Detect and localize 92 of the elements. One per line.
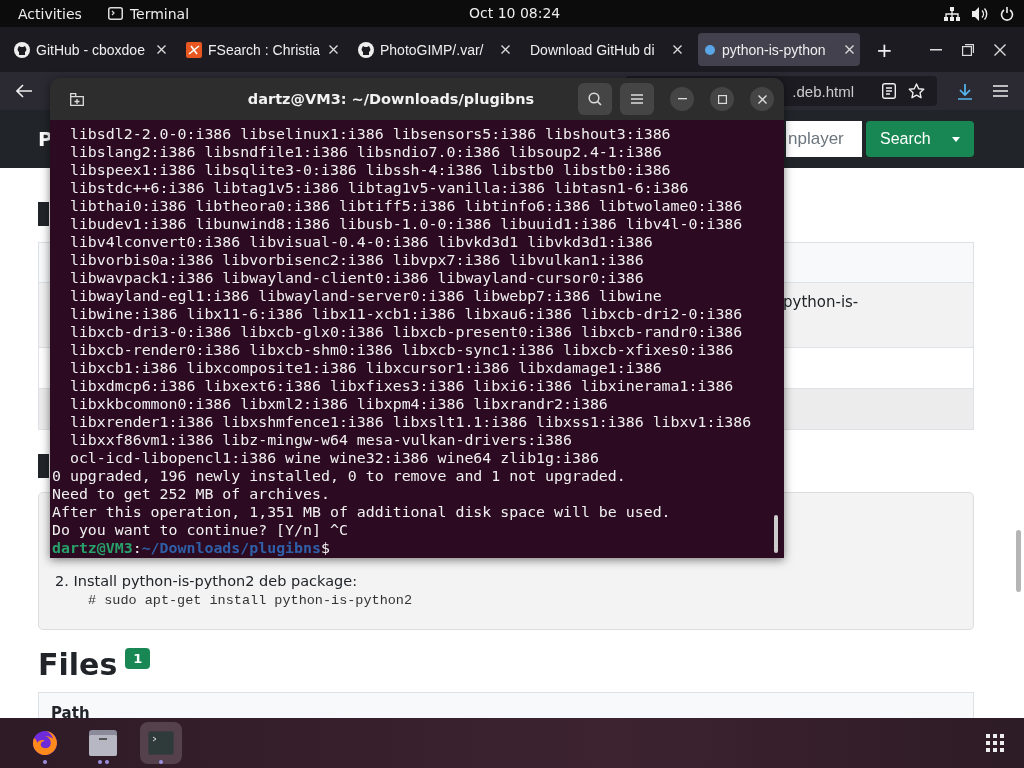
tab-title: PhotoGIMP/.var/ [380, 41, 485, 58]
terminal-line: libwayland-egl1:i386 libwayland-server0:i386 libwebp7:i386 libwine [68, 287, 663, 305]
browser-tab[interactable]: GitHub - cboxdoe [8, 33, 172, 66]
terminal-line: libvorbis0a:i386 libvorbisenc2:i386 libvpx7:i386 libvulkan1:i386 [68, 251, 645, 269]
activities-button[interactable]: Activities [18, 5, 82, 22]
running-indicator [43, 760, 47, 764]
network-icon[interactable] [944, 6, 960, 21]
terminal-line: libsdl2-2.0-0:i386 libselinux1:i386 libsensors5:i386 libshout3:i386 [68, 125, 672, 143]
restore-icon[interactable] [962, 43, 974, 56]
close-icon[interactable] [501, 45, 510, 54]
browser-tab[interactable]: python-is-python [698, 33, 860, 66]
add-tab-icon [70, 92, 84, 106]
new-tab-button[interactable]: + [876, 37, 893, 62]
terminal-line: 0 upgraded, 196 newly installed, 0 to remove and 1 not upgraded. [52, 467, 627, 485]
running-indicator [159, 760, 163, 764]
back-arrow-icon[interactable] [16, 84, 32, 98]
volume-icon[interactable] [972, 6, 988, 21]
terminal-line: libspeex1:i386 libsqlite3-0:i386 libssh-4:i386 libstb0 libstb0:i386 [68, 161, 672, 179]
instruction-step: 2. Install python-is-python2 deb package: [55, 573, 973, 589]
terminal-line: libxcb1:i386 libxcomposite1:i386 libxcursor1:i386 libxdamage1:i386 [68, 359, 663, 377]
menu-icon [631, 94, 643, 104]
terminal-line: libxrender1:i386 libxshmfence1:i386 libxslt1.1:i386 libxss1:i386 libxv1:i386 [68, 413, 753, 431]
close-icon[interactable] [845, 45, 854, 54]
terminal-line: libxkbcommon0:i386 libxml2:i386 libxpm4:i386 libxrandr2:i386 [68, 395, 609, 413]
terminal-line: libthai0:i386 libtheora0:i386 libtiff5:i386 libtinfo6:i386 libtwolame0:i386 [68, 197, 744, 215]
fox-globe-icon [31, 729, 59, 757]
prompt-path: ~/Downloads/plugibns [141, 539, 321, 557]
terminal-icon [148, 731, 174, 755]
dot-icon [704, 43, 716, 56]
files-heading: Files [38, 648, 118, 682]
round-logo-icon [14, 41, 30, 58]
search-field[interactable]: nplayer [786, 121, 862, 157]
minimize-icon [677, 98, 687, 100]
menu-icon[interactable] [993, 85, 1008, 97]
heading-edge [38, 454, 49, 478]
terminal-icon [107, 7, 123, 20]
terminal-line: libv4lconvert0:i386 libvisual-0.4-0:i386 libvkd3d1 libvkd3d1:i386 [68, 233, 654, 251]
search-icon [588, 92, 602, 106]
tab-title: Download GitHub di [530, 41, 656, 58]
round-logo-icon [358, 41, 374, 58]
maximize-button[interactable] [710, 87, 734, 111]
tab-title: python-is-python [722, 41, 827, 58]
star-icon[interactable] [908, 83, 925, 99]
scrollbar-thumb[interactable] [774, 515, 778, 553]
prompt-user: dartz@VM3 [52, 539, 133, 557]
minimize-button[interactable] [670, 87, 694, 111]
terminal-line: ocl-icd-libopencl1:i386 wine wine32:i386 wine64 zlib1g:i386 [68, 449, 600, 467]
terminal-line: Need to get 252 MB of archives. [52, 485, 331, 503]
close-icon[interactable] [994, 43, 1006, 56]
maximize-icon [717, 94, 727, 104]
prompt-symbol: $ [320, 539, 330, 557]
terminal-line: libudev1:i386 libunwind8:i386 libusb-1.0-0:i386 libuuid1:i386 libv4l-0:i386 [68, 215, 744, 233]
browser-tab[interactable]: Download GitHub di [524, 33, 688, 66]
close-icon[interactable] [157, 45, 166, 54]
power-icon[interactable] [1000, 6, 1014, 21]
table-cell-text: python-is- [783, 292, 860, 313]
terminal-line: Do you want to continue? [Y/n] ^C [52, 521, 349, 539]
search-button[interactable]: Search [866, 121, 974, 157]
terminal-line: libxcb-dri3-0:i386 libxcb-glx0:i386 libxcb-present0:i386 libxcb-randr0:i386 [68, 323, 744, 341]
terminal-line: libwine:i386 libx11-6:i386 libx11-xcb1:i386 libxau6:i386 libxcb-dri2-0:i386 [68, 305, 744, 323]
terminal-line: libstdc++6:i386 libtag1v5:i386 libtag1v5-vanilla:i386 libtasn1-6:i386 [68, 179, 690, 197]
terminal-line: libslang2:i386 libsndfile1:i386 libsndio7.0:i386 libsoup2.4-1:i386 [68, 143, 663, 161]
browser-tab[interactable]: PhotoGIMP/.var/ [352, 33, 516, 66]
prompt-separator: : [132, 539, 142, 557]
clock[interactable]: Oct 10 08:24 [469, 5, 561, 21]
folder-icon [89, 730, 117, 756]
column-header: Path [51, 704, 90, 718]
search-button[interactable] [578, 83, 612, 115]
reader-view-icon[interactable] [882, 83, 896, 99]
heading-edge [38, 202, 49, 226]
app-menu[interactable]: Terminal [107, 5, 190, 22]
install-command: # sudo apt-get install python-is-python2 [87, 593, 414, 608]
scrollbar-thumb[interactable] [1016, 530, 1021, 592]
menu-button[interactable] [620, 83, 654, 115]
tab-title: GitHub - cboxdoe [36, 41, 146, 58]
close-button[interactable] [750, 87, 774, 111]
terminal-line: libxxf86vm1:i386 libz-mingw-w64 mesa-vulkan-drivers:i386 [68, 431, 573, 449]
terminal-line: libxdmcp6:i386 libxext6:i386 libxfixes3:i386 libxi6:i386 libxinerama1:i386 [68, 377, 735, 395]
count-badge: 1 [125, 648, 151, 669]
caret-icon [952, 136, 960, 142]
download-icon[interactable] [957, 82, 973, 100]
tab-title: FSearch : Christia [208, 41, 322, 58]
terminal-line: libwavpack1:i386 libwayland-client0:i386 libwayland-cursor0:i386 [68, 269, 645, 287]
window-title: dartz@VM3: ~/Downloads/plugibns [246, 91, 536, 107]
terminal-line: After this operation, 1,351 MB of additional disk space will be used. [52, 503, 672, 521]
minimize-icon[interactable] [930, 48, 942, 51]
close-icon[interactable] [673, 45, 682, 54]
close-icon[interactable] [329, 45, 338, 54]
close-icon [757, 94, 767, 104]
terminal-line: libxcb-render0:i386 libxcb-shm0:i386 libxcb-sync1:i386 libxcb-xfixes0:i386 [68, 341, 735, 359]
app-grid-icon[interactable] [986, 734, 1004, 752]
browser-tab[interactable]: FSearch : Christia [180, 33, 344, 66]
